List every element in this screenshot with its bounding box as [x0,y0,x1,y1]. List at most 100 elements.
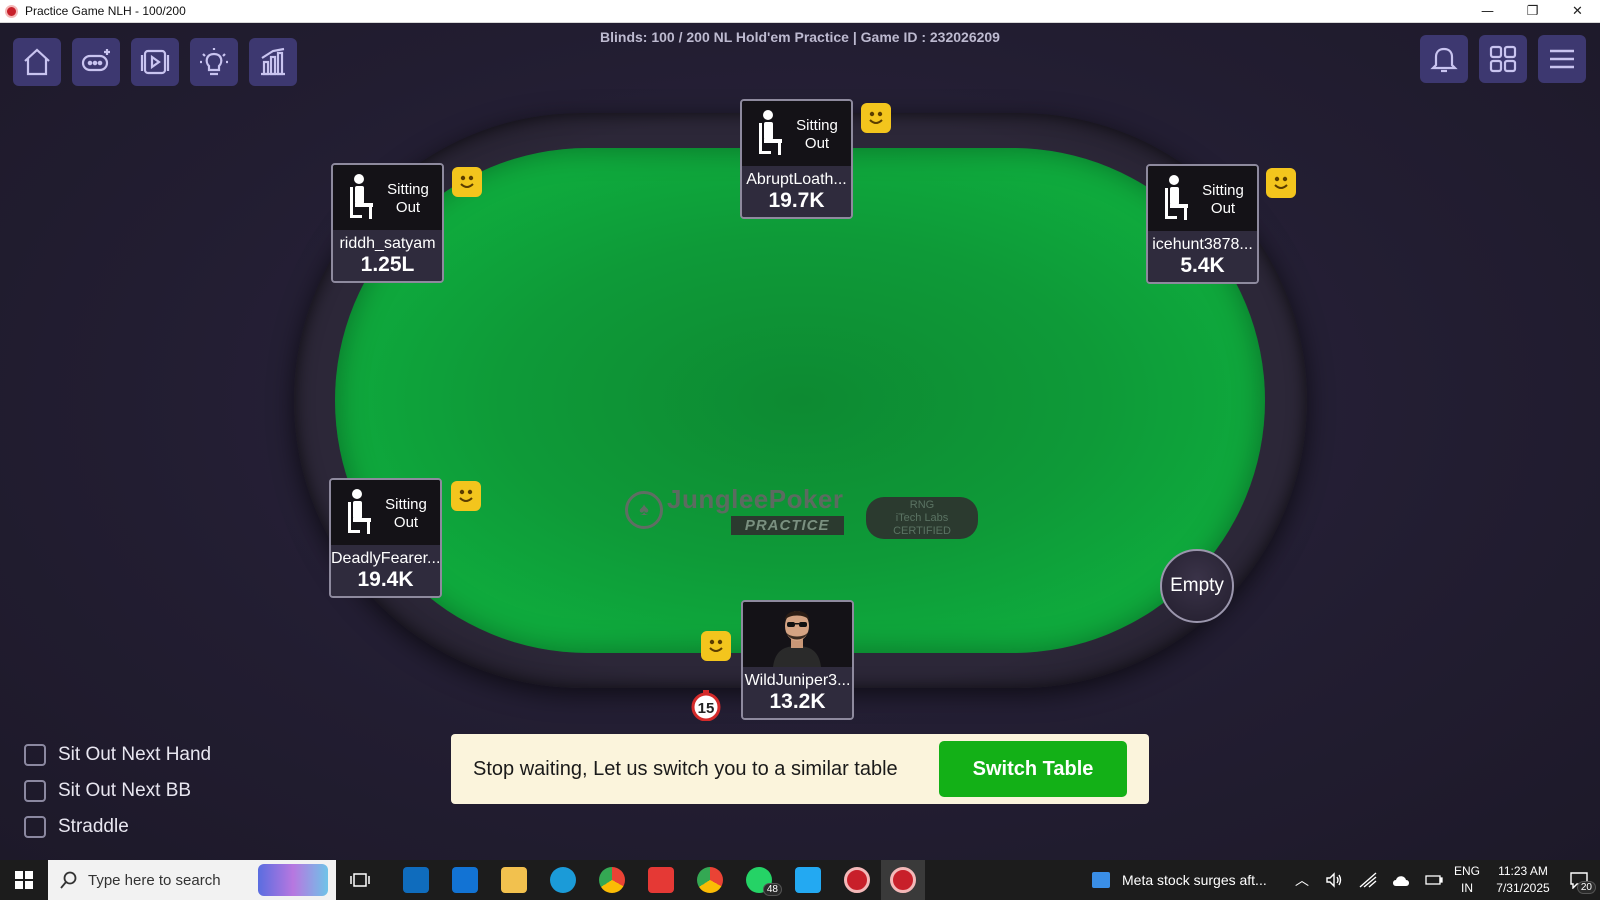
folder-icon [501,867,527,893]
onedrive-button[interactable] [1388,860,1414,900]
player-stack: 13.2K [769,690,826,713]
news-icon [1092,872,1110,888]
poker-app-active[interactable] [881,860,925,900]
straddle-checkbox[interactable] [24,816,46,838]
switch-table-button[interactable]: Switch Table [939,741,1127,797]
player-seat[interactable]: Sitting Out AbruptLoath... 19.7K [740,99,853,219]
edge-app[interactable] [543,860,583,900]
smiley-icon [869,111,883,124]
wps-app[interactable] [641,860,681,900]
multi-table-button[interactable] [1479,35,1527,83]
player-name: WildJuniper3... [744,672,851,689]
hamburger-menu-icon [1550,49,1574,69]
player-seat[interactable]: Sitting Out DeadlyFearer... 19.4K [329,478,442,598]
show-hidden-icons-button[interactable]: ︿ [1290,860,1314,900]
battery-button[interactable] [1422,860,1446,900]
volume-button[interactable] [1322,860,1346,900]
grid-icon [1489,45,1517,73]
sit-out-next-bb-checkbox[interactable] [24,780,46,802]
sitting-out-chair-icon [350,174,373,219]
task-view-icon [350,873,370,887]
straddle-option[interactable]: Straddle [24,816,129,838]
player-stack: 19.7K [768,189,825,212]
store-app[interactable] [396,860,436,900]
lobby-button[interactable] [13,38,61,86]
avatar: Sitting Out [331,480,440,545]
language-indicator[interactable]: ENG IN [1452,860,1482,900]
wps-icon [648,867,674,893]
player-name: riddh_satyam [339,235,436,252]
player-seat[interactable]: Sitting Out icehunt3878... 5.4K [1146,164,1259,284]
avatar [743,602,852,667]
seat-status: Sitting Out [385,496,427,531]
seat-status: Sitting Out [1202,182,1244,217]
player-avatar-image [773,611,821,667]
network-button[interactable] [1356,860,1380,900]
table-felt [335,148,1265,653]
search-highlight-image [258,864,328,896]
news-widget[interactable]: Meta stock surges aft... [1092,860,1282,900]
switch-table-message: Stop waiting, Let us switch you to a sim… [473,758,898,780]
player-name: DeadlyFearer... [331,550,441,567]
hand-history-button[interactable] [131,38,179,86]
store-icon [403,867,429,893]
window-titlebar: Practice Game NLH - 100/200 — ❐ ✕ [0,0,1600,23]
cert-line: RNG [909,499,935,511]
logo-brand: JungleePoker [667,484,844,514]
emoji-button[interactable] [861,103,891,133]
vscode-app[interactable] [788,860,828,900]
avatar: Sitting Out [742,101,851,166]
player-stack: 1.25L [360,253,415,276]
taskbar-search[interactable]: Type here to search [48,860,336,900]
chrome-app[interactable] [592,860,632,900]
hero-seat[interactable]: WildJuniper3... 13.2K [741,600,854,720]
emoji-button[interactable] [451,481,481,511]
windows-logo-icon [15,871,33,889]
window-title: Practice Game NLH - 100/200 [25,4,186,18]
sitting-out-chair-icon [348,489,371,534]
file-explorer-app[interactable] [494,860,534,900]
task-view-button[interactable] [344,860,376,900]
cert-line: iTech Labs [895,512,949,524]
wifi-icon [1359,872,1377,888]
avatar: Sitting Out [1148,166,1257,231]
switch-table-banner: Stop waiting, Let us switch you to a sim… [451,734,1149,804]
sit-out-next-hand-option[interactable]: Sit Out Next Hand [24,744,211,766]
menu-button[interactable] [1538,35,1586,83]
outlook-app[interactable] [445,860,485,900]
close-button[interactable]: ✕ [1555,0,1600,23]
smiley-icon [1274,176,1288,189]
notification-center-button[interactable]: 20 [1562,860,1596,900]
whatsapp-app[interactable]: 48 [739,860,782,900]
game-info: Blinds: 100 / 200 NL Hold'em Practice | … [600,29,1000,45]
sit-out-next-hand-label: Sit Out Next Hand [58,744,212,765]
smiley-icon [709,639,723,652]
windows-taskbar: Type here to search 48 Meta stock surges… [0,860,1600,900]
sit-out-next-bb-option[interactable]: Sit Out Next BB [24,780,191,802]
bell-icon [1430,47,1458,73]
minimize-button[interactable]: — [1465,0,1510,23]
emoji-button[interactable] [1266,168,1296,198]
cloud-icon [1393,876,1409,886]
restore-button[interactable]: ❐ [1510,0,1555,23]
player-name: AbruptLoath... [746,171,847,188]
empty-seat-button[interactable]: Empty [1160,549,1234,623]
notifications-button[interactable] [1420,35,1468,83]
sit-out-next-hand-checkbox[interactable] [24,744,46,766]
player-seat[interactable]: Sitting Out riddh_satyam 1.25L [331,163,444,283]
clock-date: 7/31/2025 [1496,881,1550,895]
emoji-button[interactable] [701,631,731,661]
add-table-button[interactable] [72,38,120,86]
speaker-icon [1326,872,1342,888]
emoji-button[interactable] [452,167,482,197]
chrome-profile-app[interactable] [690,860,730,900]
language-code: ENG [1453,864,1480,878]
app-icon [5,4,18,18]
start-button[interactable] [0,860,48,900]
poker-app[interactable] [837,860,877,900]
tips-button[interactable] [190,38,238,86]
stats-button[interactable] [249,38,297,86]
clock[interactable]: 11:23 AM 7/31/2025 [1486,860,1560,900]
news-headline: Meta stock surges aft... [1122,872,1267,888]
search-icon [60,871,77,889]
